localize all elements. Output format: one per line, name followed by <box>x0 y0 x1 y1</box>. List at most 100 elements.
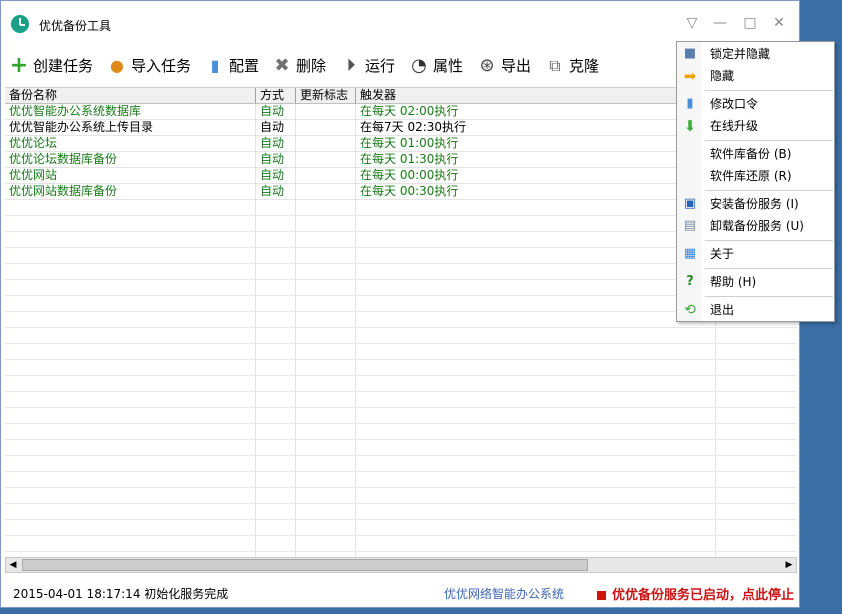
menu-separator <box>705 296 833 297</box>
menu-item-install-service[interactable]: ▣ 安装备份服务 (I) <box>677 193 834 215</box>
cell-name: 优优论坛数据库备份 <box>9 152 118 166</box>
cell-trigger: 在每7天 02:30执行 <box>360 120 467 134</box>
grid-line <box>5 551 797 552</box>
menu-separator <box>705 268 833 269</box>
column-header-name[interactable]: 备份名称 <box>5 88 256 103</box>
cell-name: 优优论坛 <box>9 136 58 150</box>
recycle-bin-icon: ▤ <box>683 218 697 233</box>
import-icon: ● <box>110 56 124 75</box>
grid-line <box>5 423 797 424</box>
cell-mode: 自动 <box>260 184 285 198</box>
create-task-button[interactable]: + 创建任务 <box>9 55 101 77</box>
menu-label: 软件库还原 (R) <box>710 169 792 183</box>
play-icon: ⏵ <box>346 55 356 76</box>
column-header-flag[interactable]: 更新标志 <box>296 88 356 103</box>
info-window-icon: ▦ <box>683 246 697 261</box>
cell-flag <box>296 168 356 184</box>
grid-line <box>5 535 797 536</box>
cell-flag <box>296 120 356 136</box>
arrow-right-icon: ➡ <box>683 67 697 85</box>
cell-trigger: 在每天 00:30执行 <box>360 184 459 198</box>
scroll-left-arrow[interactable]: ◀ <box>6 558 20 572</box>
delete-button[interactable]: ✖ 删除 <box>272 55 332 77</box>
cell-name: 优优网站数据库备份 <box>9 184 118 198</box>
status-message: 2015-04-01 18:17:14 初始化服务完成 <box>13 587 229 601</box>
run-button[interactable]: ⏵ 运行 <box>341 55 401 77</box>
menu-item-help[interactable]: ? 帮助 (H) <box>677 271 834 293</box>
create-task-label: 创建任务 <box>33 57 94 75</box>
menu-label: 隐藏 <box>710 69 735 83</box>
menu-item-exit[interactable]: ⟲ 退出 <box>677 299 834 321</box>
import-task-label: 导入任务 <box>131 57 192 75</box>
properties-button[interactable]: ◔ 属性 <box>409 55 469 77</box>
run-label: 运行 <box>365 57 396 75</box>
cell-name: 优优网站 <box>9 168 58 182</box>
arrow-down-icon: ⬇ <box>683 117 697 135</box>
cell-trigger: 在每天 02:00执行 <box>360 104 459 118</box>
grid-line <box>5 391 797 392</box>
menu-item-hide[interactable]: ➡ 隐藏 <box>677 65 834 87</box>
cell-name: 优优智能办公系统数据库 <box>9 104 142 118</box>
office-system-link[interactable]: 优优网络智能办公系统 <box>444 585 564 602</box>
grid-line <box>5 487 797 488</box>
menu-label: 在线升级 <box>710 119 759 133</box>
grid-line <box>5 327 797 328</box>
minimize-button[interactable]: — <box>710 13 730 33</box>
scroll-thumb[interactable] <box>22 559 588 571</box>
clone-icon: ⧉ <box>549 56 561 75</box>
menu-separator <box>705 90 833 91</box>
delete-label: 删除 <box>296 57 327 75</box>
exit-icon: ⟲ <box>684 302 696 318</box>
menu-label: 锁定并隐藏 <box>710 47 771 61</box>
cell-mode: 自动 <box>260 136 285 150</box>
scroll-right-arrow[interactable]: ▶ <box>782 558 796 572</box>
menu-separator <box>705 240 833 241</box>
cell-flag <box>296 136 356 152</box>
menu-item-online-upgrade[interactable]: ⬇ 在线升级 <box>677 115 834 137</box>
lock-icon: ■ <box>683 46 697 61</box>
menu-separator <box>705 140 833 141</box>
close-button[interactable]: ✕ <box>769 13 789 33</box>
config-button[interactable]: ▮ 配置 <box>205 55 265 77</box>
cell-mode: 自动 <box>260 104 285 118</box>
export-button[interactable]: ⊛ 导出 <box>477 55 537 77</box>
menu-item-uninstall-service[interactable]: ▤ 卸载备份服务 (U) <box>677 215 834 237</box>
grid-line <box>5 471 797 472</box>
maximize-button[interactable]: □ <box>740 13 760 33</box>
menu-item-db-restore[interactable]: 软件库还原 (R) <box>677 165 834 187</box>
app-title: 优优备份工具 <box>39 19 112 33</box>
cell-flag <box>296 104 356 120</box>
cell-mode: 自动 <box>260 152 285 166</box>
menu-item-about[interactable]: ▦ 关于 <box>677 243 834 265</box>
install-service-icon: ▣ <box>683 196 697 211</box>
menu-label: 修改口令 <box>710 97 759 111</box>
clone-label: 克隆 <box>569 57 600 75</box>
service-status-button[interactable]: 优优备份服务已启动，点此停止 <box>597 584 794 603</box>
menu-label: 关于 <box>710 247 735 261</box>
column-header-mode[interactable]: 方式 <box>256 88 296 103</box>
cell-mode: 自动 <box>260 168 285 182</box>
dropdown-menu-button[interactable]: ▽ <box>682 13 702 33</box>
horizontal-scrollbar[interactable]: ◀ ▶ <box>5 557 797 573</box>
menu-separator <box>705 190 833 191</box>
grid-line <box>5 503 797 504</box>
plus-icon: + <box>9 53 29 78</box>
import-task-button[interactable]: ● 导入任务 <box>107 55 199 77</box>
menu-item-change-password[interactable]: ▮ 修改口令 <box>677 93 834 115</box>
cell-trigger: 在每天 00:00执行 <box>360 168 459 182</box>
menu-label: 卸载备份服务 (U) <box>710 219 804 233</box>
menu-item-lock-hide[interactable]: ■ 锁定并隐藏 <box>677 43 834 65</box>
grid-line <box>5 407 797 408</box>
cell-trigger: 在每天 01:30执行 <box>360 152 459 166</box>
menu-item-db-backup[interactable]: 软件库备份 (B) <box>677 143 834 165</box>
wrench-icon: ▮ <box>210 56 220 75</box>
dropdown-menu: ■ 锁定并隐藏 ➡ 隐藏 ▮ 修改口令 ⬇ 在线升级 软件库备份 (B) 软件库… <box>676 41 835 322</box>
export-icon: ⊛ <box>479 55 495 76</box>
cell-trigger: 在每天 01:00执行 <box>360 136 459 150</box>
grid-line <box>5 359 797 360</box>
clone-button[interactable]: ⧉ 克隆 <box>545 55 605 77</box>
menu-label: 软件库备份 (B) <box>710 147 792 161</box>
clock-icon <box>11 15 29 33</box>
cell-name: 优优智能办公系统上传目录 <box>9 120 154 134</box>
cell-flag <box>296 184 356 200</box>
